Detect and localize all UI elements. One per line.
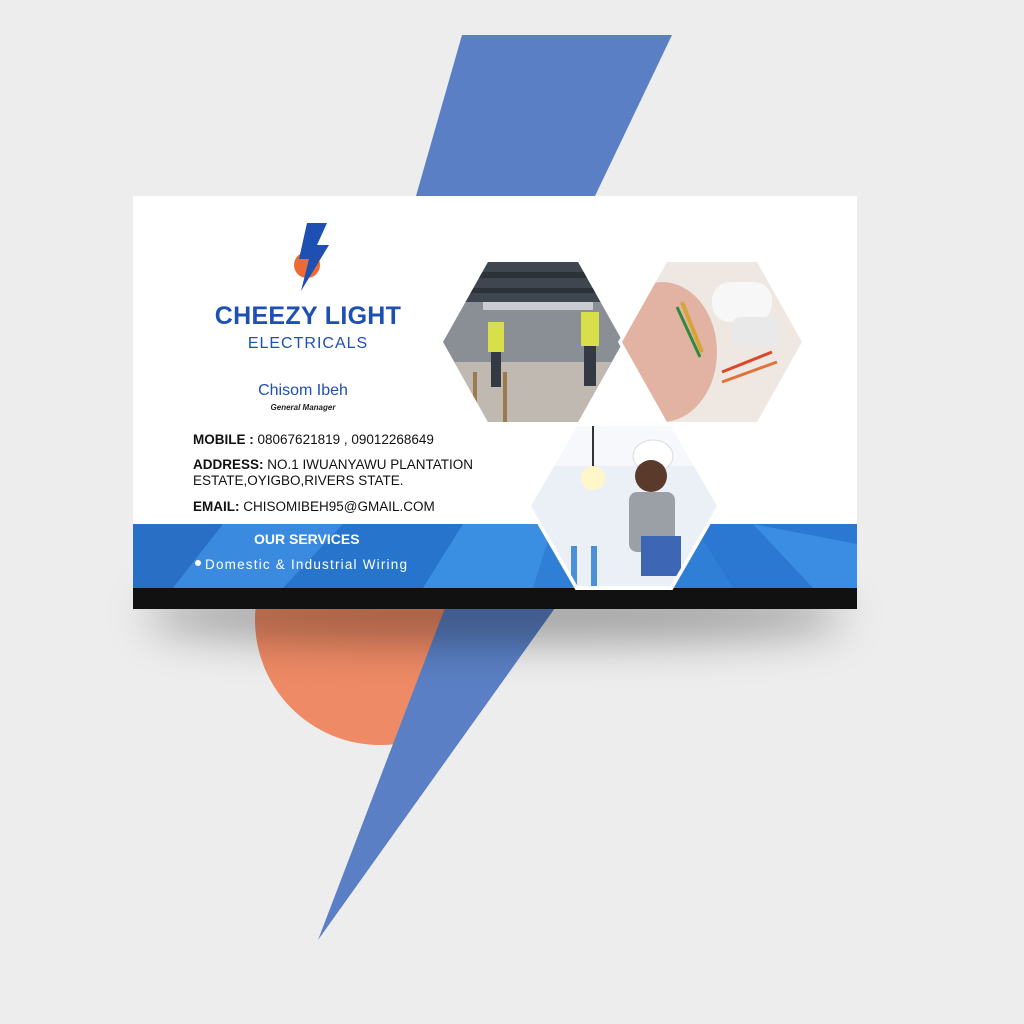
services-band — [133, 524, 857, 588]
person-title: General Manager — [270, 403, 336, 412]
photo-workers-ceiling — [443, 262, 623, 422]
services-item: Domestic & Industrial Wiring — [195, 557, 408, 572]
lightning-bolt-icon — [294, 223, 329, 291]
background-bolt-upper — [416, 35, 672, 196]
card-bottom-strip — [133, 588, 857, 609]
address-label: ADDRESS: — [193, 457, 264, 472]
services-title: OUR SERVICES — [254, 531, 360, 547]
brand-subtitle: ELECTRICALS — [247, 335, 369, 352]
business-card: CHEEZY LIGHT ELECTRICALS Chisom Ibeh Gen… — [133, 196, 857, 609]
brand-name: CHEEZY LIGHT — [214, 302, 402, 330]
mobile-line: MOBILE : 08067621819 , 09012268649 — [193, 432, 434, 448]
services-item-label: Domestic & Industrial Wiring — [205, 557, 409, 572]
photo-wires-closeup — [622, 262, 802, 422]
email-line: EMAIL: CHISOMIBEH95@GMAIL.COM — [193, 499, 435, 515]
address-line: ADDRESS: NO.1 IWUANYAWU PLANTATION ESTAT… — [193, 457, 513, 489]
bullet-dot-icon — [195, 560, 201, 567]
email-label: EMAIL: — [193, 499, 240, 514]
mobile-value: 08067621819 , 09012268649 — [257, 432, 434, 447]
mobile-label: MOBILE : — [193, 432, 254, 447]
email-value: CHISOMIBEH95@GMAIL.COM — [243, 499, 435, 514]
person-name: Chisom Ibeh — [258, 382, 348, 399]
